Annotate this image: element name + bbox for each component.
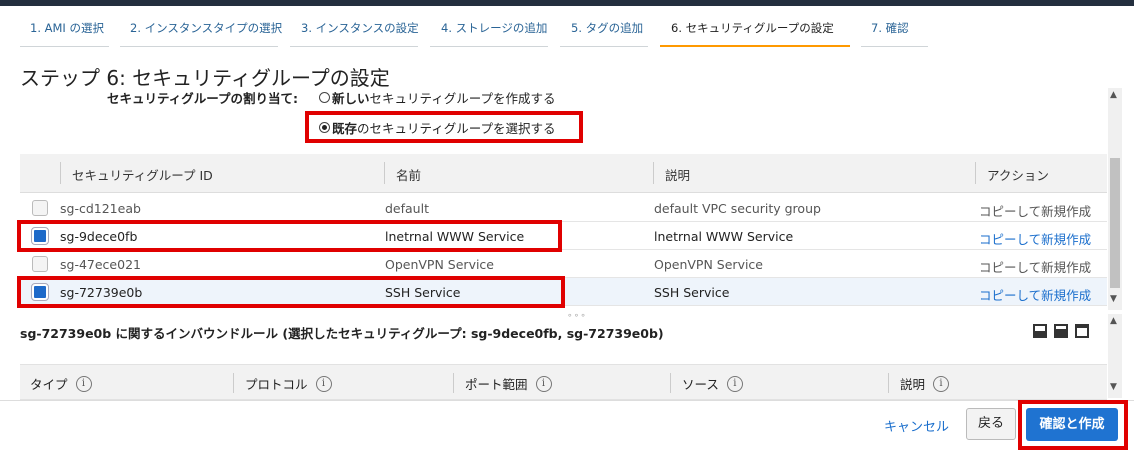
cell-description: lnetrnal WWW Service — [654, 229, 794, 244]
column-header-label: タイプ — [30, 377, 68, 392]
scrollbar-thumb[interactable] — [1110, 158, 1120, 288]
cell-id: sg-cd121eab — [60, 201, 141, 216]
column-header-label: ポート範囲 — [465, 377, 528, 392]
column-header-source: ソース i — [682, 374, 743, 393]
scroll-down-icon[interactable]: ▼ — [1110, 382, 1117, 392]
tab-instance-config[interactable]: 3. インスタンスの設定 — [301, 20, 419, 36]
scroll-up-icon[interactable]: ▲ — [1110, 316, 1117, 326]
inbound-rules-title: sg-72739e0b に関するインバウンドルール (選択したセキュリティグルー… — [20, 326, 664, 341]
radio-existing-text: のセキュリティグループを選択する — [357, 121, 556, 136]
top-bar — [0, 0, 1134, 6]
footer-divider — [0, 400, 1134, 401]
cell-name: OpenVPN Service — [385, 257, 494, 272]
radio-new-group[interactable]: 新しい セキュリティグループを作成する — [319, 88, 556, 107]
copy-to-new-link[interactable]: コピーして新規作成 — [979, 257, 1091, 276]
cell-description: SSH Service — [654, 285, 730, 300]
assign-label: セキュリティグループの割り当て: — [107, 91, 298, 106]
tab-divider — [861, 46, 928, 47]
copy-to-new-link[interactable]: コピーして新規作成 — [979, 285, 1091, 304]
radio-new-bold: 新しい — [332, 91, 370, 106]
radio-new-text: セキュリティグループを作成する — [369, 91, 556, 106]
copy-to-new-link[interactable]: コピーして新規作成 — [979, 229, 1091, 248]
cell-name: default — [385, 201, 429, 216]
table-row[interactable]: sg-cd121eab default default VPC security… — [20, 194, 1107, 222]
column-divider — [453, 373, 454, 393]
column-header-id[interactable]: セキュリティグループ ID — [72, 165, 213, 184]
copy-to-new-link[interactable]: コピーして新規作成 — [979, 201, 1091, 220]
row-checkbox[interactable] — [32, 256, 48, 272]
column-header-name[interactable]: 名前 — [396, 165, 421, 184]
radio-button-selected[interactable] — [319, 122, 330, 133]
tab-divider — [560, 46, 648, 47]
column-divider — [888, 373, 889, 393]
info-icon[interactable]: i — [933, 375, 950, 392]
tab-ami[interactable]: 1. AMI の選択 — [30, 20, 104, 36]
column-divider — [653, 162, 654, 184]
radio-existing-bold: 既存 — [332, 121, 358, 136]
column-divider — [60, 162, 61, 184]
scroll-down-icon[interactable]: ▼ — [1110, 294, 1117, 304]
tab-divider — [430, 46, 548, 47]
column-header-actions: アクション — [987, 168, 1049, 183]
tab-tags[interactable]: 5. タグの追加 — [571, 20, 643, 36]
table-row[interactable]: sg-47ece021 OpenVPN Service OpenVPN Serv… — [20, 250, 1107, 278]
column-header-label: プロトコル — [245, 377, 308, 392]
column-header-label: ソース — [682, 377, 719, 392]
column-header-type: タイプ i — [30, 374, 92, 393]
tab-review[interactable]: 7. 確認 — [871, 20, 909, 36]
cell-description: default VPC security group — [654, 201, 821, 216]
pane-layout-toggles — [1033, 324, 1089, 338]
table-scrollbar[interactable]: ▲ ▼ — [1108, 88, 1122, 310]
column-header-protocol: プロトコル i — [245, 374, 332, 393]
cell-id: sg-47ece021 — [60, 257, 141, 272]
tab-divider — [120, 46, 278, 47]
tab-divider — [20, 46, 109, 47]
info-icon[interactable]: i — [315, 375, 332, 392]
column-header-label: 説明 — [900, 377, 926, 392]
inbound-rules-header: タイプ i プロトコル i ポート範囲 i ソース i 説明 i — [20, 364, 1107, 400]
column-divider — [384, 162, 385, 184]
layout-maximize-icon[interactable] — [1075, 324, 1089, 338]
highlight-box — [17, 276, 565, 308]
wizard-tabs: 1. AMI の選択 2. インスタンスタイプの選択 3. インスタンスの設定 … — [20, 14, 1120, 48]
back-button[interactable]: 戻る — [966, 408, 1016, 440]
info-icon[interactable]: i — [75, 375, 92, 392]
column-divider — [975, 162, 976, 184]
radio-button[interactable] — [319, 92, 330, 103]
pane-splitter-handle[interactable]: ∘∘∘ — [567, 311, 587, 321]
layout-bottom-small-icon[interactable] — [1033, 324, 1047, 338]
column-header-description: 説明 i — [900, 374, 950, 393]
review-and-launch-button[interactable]: 確認と作成 — [1026, 408, 1118, 441]
row-checkbox[interactable] — [32, 200, 48, 216]
tab-instance-type[interactable]: 2. インスタンスタイプの選択 — [130, 20, 282, 36]
cancel-button[interactable]: キャンセル — [884, 416, 949, 435]
active-tab-indicator — [660, 45, 850, 47]
inbound-scrollbar[interactable]: ▲ ▼ — [1108, 314, 1122, 398]
table-header: セキュリティグループ ID 名前 説明 アクション — [20, 154, 1107, 193]
radio-existing-group[interactable]: 既存 のセキュリティグループを選択する — [319, 118, 556, 137]
column-divider — [233, 373, 234, 393]
tab-security-group[interactable]: 6. セキュリティグループの設定 — [671, 20, 834, 36]
info-icon[interactable]: i — [726, 375, 743, 392]
column-header-description[interactable]: 説明 — [665, 165, 690, 184]
info-icon[interactable]: i — [535, 375, 552, 392]
cell-description: OpenVPN Service — [654, 257, 763, 272]
tab-storage[interactable]: 4. ストレージの追加 — [441, 20, 547, 36]
page-title: ステップ 6: セキュリティグループの設定 — [20, 66, 390, 90]
highlight-box — [17, 220, 562, 252]
tab-divider — [290, 46, 418, 47]
column-header-port-range: ポート範囲 i — [465, 374, 552, 393]
column-divider — [670, 373, 671, 393]
scroll-up-icon[interactable]: ▲ — [1110, 90, 1117, 100]
layout-bottom-half-icon[interactable] — [1054, 324, 1068, 338]
